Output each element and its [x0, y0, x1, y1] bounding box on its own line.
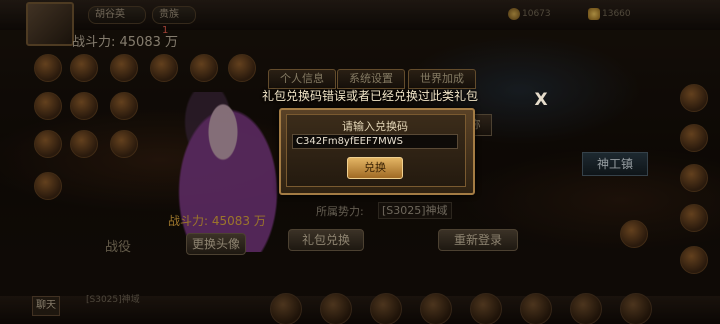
close-icon[interactable]: X	[531, 91, 551, 109]
redeem-dialog-title: 请输入兑换码	[342, 120, 408, 133]
redeem-confirm-button[interactable]: 兑换	[347, 157, 403, 179]
error-message: 礼包兑换码错误或者已经兑换过此类礼包	[262, 89, 479, 103]
game-screen: 胡谷英 贵族 1 10673 13660 战斗力: 45083 万 战役 神工镇…	[0, 0, 720, 324]
redeem-code-input[interactable]	[292, 134, 458, 149]
